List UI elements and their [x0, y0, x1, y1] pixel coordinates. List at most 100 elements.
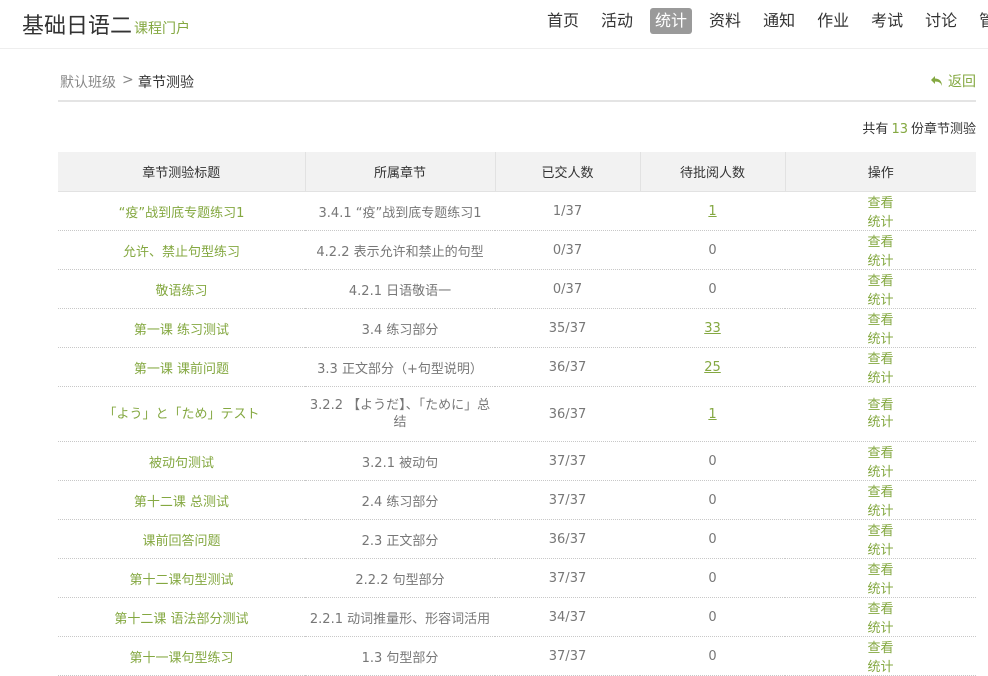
chapter-cell: 3.2.1 被动句: [305, 441, 495, 481]
quiz-title[interactable]: 敬语练习: [58, 269, 305, 309]
stats-button[interactable]: 统计: [833, 414, 929, 431]
back-button[interactable]: 返回: [930, 71, 976, 91]
view-button[interactable]: 查看: [833, 520, 929, 539]
view-button[interactable]: 查看: [833, 559, 929, 578]
stats-button[interactable]: 统计: [833, 461, 929, 480]
submitted-count: 37/37: [495, 558, 640, 598]
course-subtitle[interactable]: 课程门户: [134, 21, 190, 37]
nav-item-8[interactable]: 管理: [977, 8, 988, 34]
pending-count: 0: [640, 597, 785, 637]
chapter-cell: 2.4 练习部分: [305, 480, 495, 520]
breadcrumb-root[interactable]: 默认班级: [60, 72, 116, 92]
course-name[interactable]: 基础日语二: [22, 14, 132, 39]
nav-item-6[interactable]: 考试: [869, 8, 905, 34]
quiz-title[interactable]: 被动句测试: [58, 441, 305, 481]
submitted-count: 34/37: [495, 597, 640, 637]
table-row: 允许、禁止句型练习 4.2.2 表示允许和禁止的句型 0/37 0 查看统计: [58, 230, 976, 270]
quiz-title[interactable]: 第一课 课前问题: [58, 347, 305, 387]
view-button[interactable]: 查看: [833, 598, 929, 617]
pending-count: 0: [640, 480, 785, 520]
actions-cell: 查看统计: [785, 308, 976, 348]
quiz-title[interactable]: “疫”战到底专题练习1: [58, 191, 305, 231]
table-row: 第十二课 总测试 2.4 练习部分 37/37 0 查看统计: [58, 480, 976, 520]
view-button[interactable]: 查看: [833, 442, 929, 461]
quiz-title[interactable]: 课前回答问题: [58, 519, 305, 559]
nav-item-2[interactable]: 统计: [650, 8, 693, 34]
submitted-count: 37/37: [495, 480, 640, 520]
stats-button[interactable]: 统计: [833, 500, 929, 519]
submitted-count: 36/37: [495, 386, 640, 442]
quiz-title[interactable]: 第十二课 总测试: [58, 480, 305, 520]
view-button[interactable]: 查看: [833, 231, 929, 250]
stats-button[interactable]: 统计: [833, 617, 929, 636]
stats-button[interactable]: 统计: [833, 539, 929, 558]
table-row: 第十二课 语法部分测试 2.2.1 动词推量形、形容词活用 34/37 0 查看统计: [58, 597, 976, 637]
actions-cell: 查看统计: [785, 480, 976, 520]
chapter-cell: 2.2.2 句型部分: [305, 558, 495, 598]
stats-button[interactable]: 统计: [833, 328, 929, 347]
table-header-row: 章节测验标题 所属章节 已交人数 待批阅人数 操作: [58, 152, 976, 192]
view-button[interactable]: 查看: [833, 309, 929, 328]
actions-cell: 查看统计: [785, 441, 976, 481]
back-arrow-icon: [931, 76, 942, 86]
table-row: 被动句测试 3.2.1 被动句 37/37 0 查看统计: [58, 441, 976, 481]
course-title[interactable]: 基础日语二 课程门户: [22, 8, 190, 40]
stats-button[interactable]: 统计: [833, 367, 929, 386]
stats-button[interactable]: 统计: [833, 289, 929, 308]
quiz-title[interactable]: 第十二课句型测试: [58, 558, 305, 598]
chapter-cell: 3.4 练习部分: [305, 308, 495, 348]
nav-item-7[interactable]: 讨论: [923, 8, 959, 34]
pending-count-link[interactable]: 1: [708, 407, 716, 422]
view-button[interactable]: 查看: [833, 481, 929, 500]
top-nav: 首页活动统计资料通知作业考试讨论管理: [545, 8, 988, 34]
quiz-title[interactable]: 允许、禁止句型练习: [58, 230, 305, 270]
back-label: 返回: [948, 74, 976, 90]
chapter-cell: 3.3 正文部分（+句型说明）: [305, 347, 495, 387]
actions-cell: 查看统计: [785, 230, 976, 270]
view-button[interactable]: 查看: [833, 348, 929, 367]
table-row: 「よう」と「ため」テスト 3.2.2 【ようだ】、「ために」总结 36/37 1 查看统…: [58, 386, 976, 442]
pending-count: 0: [640, 230, 785, 270]
column-header-4: 操作: [785, 152, 976, 192]
nav-item-0[interactable]: 首页: [545, 8, 581, 34]
quiz-title[interactable]: 第一课 练习测试: [58, 308, 305, 348]
top-header: 基础日语二课程门户 首页活动统计资料通知作业考试讨论管理: [0, 0, 988, 49]
actions-cell: 查看统计: [785, 347, 976, 387]
stats-button[interactable]: 统计: [833, 211, 929, 230]
submitted-count: 37/37: [495, 441, 640, 481]
view-button[interactable]: 查看: [833, 270, 929, 289]
table-row: 第一课 课前问题 3.3 正文部分（+句型说明） 36/37 25 查看统计: [58, 347, 976, 387]
column-header-0: 章节测验标题: [58, 152, 306, 192]
view-button[interactable]: 查看: [833, 397, 929, 414]
quiz-title[interactable]: 第十二课 语法部分测试: [58, 597, 305, 637]
view-button[interactable]: 查看: [833, 637, 929, 656]
submitted-count: 0/37: [495, 269, 640, 309]
table-row: 第十二课句型测试 2.2.2 句型部分 37/37 0 查看统计: [58, 558, 976, 598]
nav-item-3[interactable]: 资料: [707, 8, 743, 34]
view-button[interactable]: 查看: [833, 192, 929, 211]
pending-count-link[interactable]: 25: [704, 360, 721, 375]
stats-button[interactable]: 统计: [833, 578, 929, 597]
table-row: 第一课 练习测试 3.4 练习部分 35/37 33 查看统计: [58, 308, 976, 348]
actions-cell: 查看统计: [785, 597, 976, 637]
nav-item-5[interactable]: 作业: [815, 8, 851, 34]
pending-count-link[interactable]: 1: [708, 204, 716, 219]
pending-count: 0: [640, 519, 785, 559]
quiz-title[interactable]: 第十一课句型练习: [58, 636, 305, 676]
pending-count: 0: [640, 269, 785, 309]
chapter-cell: 1.3 句型部分: [305, 636, 495, 676]
pending-count-link[interactable]: 33: [704, 321, 721, 336]
submitted-count: 35/37: [495, 308, 640, 348]
actions-cell: 查看统计: [785, 191, 976, 231]
nav-item-4[interactable]: 通知: [761, 8, 797, 34]
summary-suffix: 份章节测验: [910, 122, 976, 137]
quiz-title[interactable]: 「よう」と「ため」テスト: [58, 386, 305, 442]
submitted-count: 37/37: [495, 636, 640, 676]
stats-button[interactable]: 统计: [833, 250, 929, 269]
stats-button[interactable]: 统计: [833, 656, 929, 675]
actions-cell: 查看统计: [785, 519, 976, 559]
quiz-table: 章节测验标题 所属章节 已交人数 待批阅人数 操作 “疫”战到底专题练习1 3.4.1 “…: [58, 152, 976, 676]
pending-cell: 33: [640, 308, 785, 348]
pending-count: 0: [640, 441, 785, 481]
nav-item-1[interactable]: 活动: [599, 8, 635, 34]
